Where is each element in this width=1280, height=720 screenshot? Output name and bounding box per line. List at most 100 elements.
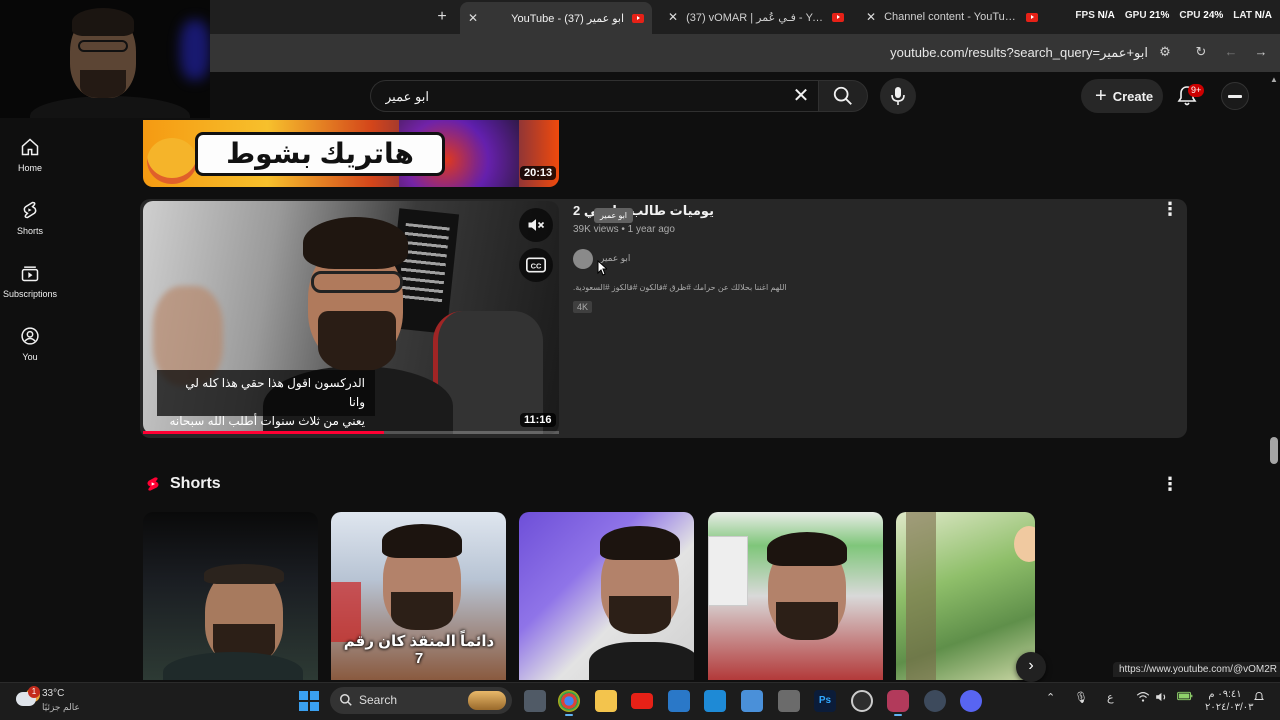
youtube-favicon-icon <box>832 12 844 22</box>
short-card[interactable] <box>896 512 1035 680</box>
shorts-section-title: Shorts <box>170 475 221 492</box>
plus-icon: + <box>1095 85 1107 107</box>
taskbar-clock[interactable]: ٠٩:٤١ م ٢٠٢٤/٠٣/٠٣ <box>1205 688 1254 714</box>
subscriptions-icon <box>21 266 39 282</box>
create-label: Create <box>1112 88 1154 104</box>
create-button[interactable]: + Create <box>1081 79 1163 113</box>
short-background-jersey <box>708 536 748 606</box>
app-taskbar-icon[interactable] <box>704 690 726 712</box>
volume-muted-icon <box>528 219 545 231</box>
obs-icon[interactable] <box>851 690 873 712</box>
sidebar-item-you[interactable]: You <box>0 326 60 362</box>
taskbar-search[interactable]: Search <box>330 687 512 714</box>
voice-search-button[interactable] <box>880 78 916 114</box>
scroll-up-arrow-icon[interactable]: ▲ <box>1270 75 1278 84</box>
forward-arrow-icon[interactable]: → <box>1253 44 1269 60</box>
battery-icon[interactable] <box>1177 691 1193 704</box>
short-person-body <box>589 642 694 680</box>
tab-youtube-search[interactable]: ✕ YouTube - ابو عمير (37) <box>460 2 652 34</box>
short-card[interactable]: دائماً المنقذ كان رقم 7 <box>331 512 506 680</box>
sidebar-item-home[interactable]: Home <box>0 137 60 173</box>
short-card[interactable] <box>708 512 883 680</box>
account-avatar[interactable] <box>1221 82 1249 110</box>
start-button[interactable] <box>299 691 319 711</box>
video-more-actions-icon[interactable]: ⋮ <box>1161 199 1179 219</box>
discord-icon[interactable] <box>960 690 982 712</box>
sidebar-item-label: Subscriptions <box>2 289 58 299</box>
tab-vomar-channel[interactable]: ✕ (37) vOMAR | فـي عُمر - YouTube <box>660 4 852 30</box>
short-card[interactable] <box>519 512 694 680</box>
mute-button[interactable] <box>519 208 553 242</box>
app-taskbar-icon[interactable] <box>668 690 690 712</box>
tab-channel-content[interactable]: ✕ Channel content - YouTube Stu <box>858 4 1046 30</box>
page-scrollbar[interactable] <box>1268 72 1280 682</box>
thumbnail-title-text: هاتريك بشوط <box>195 132 445 176</box>
youtube-taskbar-icon[interactable] <box>631 693 653 709</box>
short-person-beard <box>609 596 671 634</box>
next-shorts-button[interactable]: › <box>1016 652 1046 682</box>
close-tab-icon[interactable]: ✕ <box>468 11 478 25</box>
home-icon <box>21 138 39 156</box>
close-tab-icon[interactable]: ✕ <box>866 10 876 24</box>
file-explorer-icon[interactable] <box>595 690 617 712</box>
volume-icon[interactable] <box>1155 691 1169 706</box>
weather-description: عالم جزئيًا <box>42 702 80 712</box>
settings-taskbar-icon[interactable] <box>924 690 946 712</box>
video-thumbnail-hattrick[interactable]: هاتريك بشوط <box>143 120 559 187</box>
webcam-hair <box>72 8 134 36</box>
webcam-glasses <box>78 40 128 52</box>
recording-app-icon[interactable] <box>887 690 909 716</box>
short-tree-trunk <box>906 512 936 680</box>
short-card[interactable] <box>143 512 318 680</box>
shorts-more-actions-icon[interactable]: ⋮ <box>1161 474 1179 494</box>
webcam-overlay <box>0 0 210 118</box>
speaker-icon <box>1156 692 1166 702</box>
new-tab-button[interactable]: + <box>434 8 450 26</box>
search-button[interactable] <box>818 80 868 112</box>
quality-badge: 4K <box>573 301 593 313</box>
taskbar-search-label: Search <box>359 693 398 707</box>
microsoft-store-icon[interactable] <box>741 690 763 712</box>
close-tab-icon[interactable]: ✕ <box>668 10 678 24</box>
url-text[interactable]: youtube.com/results?search_query=ابو+عمي… <box>890 45 1148 61</box>
preview-progress-bar[interactable] <box>143 431 559 434</box>
back-arrow-icon[interactable]: ← <box>1223 44 1239 60</box>
thumbnail-emoji-art <box>147 138 197 184</box>
search-input[interactable] <box>385 87 765 107</box>
short-person-hair <box>382 524 462 558</box>
scrollbar-thumb[interactable] <box>1270 437 1278 464</box>
windows-logo-icon <box>299 691 308 700</box>
clear-search-icon[interactable]: ✕ <box>790 85 812 107</box>
duration-badge: 11:16 <box>520 413 556 427</box>
sidebar-item-shorts[interactable]: Shorts <box>0 200 60 236</box>
search-icon <box>833 86 852 105</box>
notification-center-icon[interactable] <box>1253 691 1265 706</box>
weather-widget[interactable]: 1 33°C عالم جزئيًا <box>16 686 96 714</box>
chrome-taskbar-icon[interactable] <box>558 690 580 716</box>
video-description-snippet: اللهم اغننا بحلالك عن حرامك #ظرق #قالكون… <box>573 283 787 292</box>
webcam-rim-light <box>180 20 210 80</box>
video-caption-overlay: الدركسون اقول هذا حقي هذا كله لي وانا يع… <box>157 370 375 428</box>
mouse-cursor-icon <box>597 260 607 276</box>
thumbnail-person-glasses <box>311 271 403 293</box>
input-language-indicator[interactable]: ع <box>1107 691 1114 704</box>
notification-count-badge: 9+ <box>1188 84 1205 97</box>
photoshop-icon[interactable]: Ps <box>814 690 836 712</box>
shorts-icon <box>23 201 37 219</box>
channel-avatar[interactable] <box>573 249 593 269</box>
sidebar-item-subscriptions[interactable]: Subscriptions <box>0 263 60 299</box>
show-hidden-icons-chevron-icon[interactable]: ⌃ <box>1046 691 1055 704</box>
reload-icon[interactable]: ↻ <box>1193 44 1209 60</box>
captions-button[interactable]: CC <box>519 248 553 282</box>
channel-tooltip: ابو عمير <box>594 208 634 223</box>
webcam-shoulders <box>30 96 190 118</box>
app-taskbar-icon[interactable] <box>778 690 800 712</box>
task-view-icon[interactable] <box>524 690 546 712</box>
shorts-logo-icon <box>147 477 159 491</box>
site-settings-icon[interactable]: ⚙ <box>1157 44 1173 60</box>
search-icon <box>340 694 352 706</box>
microphone-tray-icon[interactable]: 🎙 <box>1074 691 1088 704</box>
short-person-hair <box>767 532 847 566</box>
gpu-readout: GPU 21% <box>1124 10 1170 21</box>
wifi-icon[interactable] <box>1136 691 1150 706</box>
